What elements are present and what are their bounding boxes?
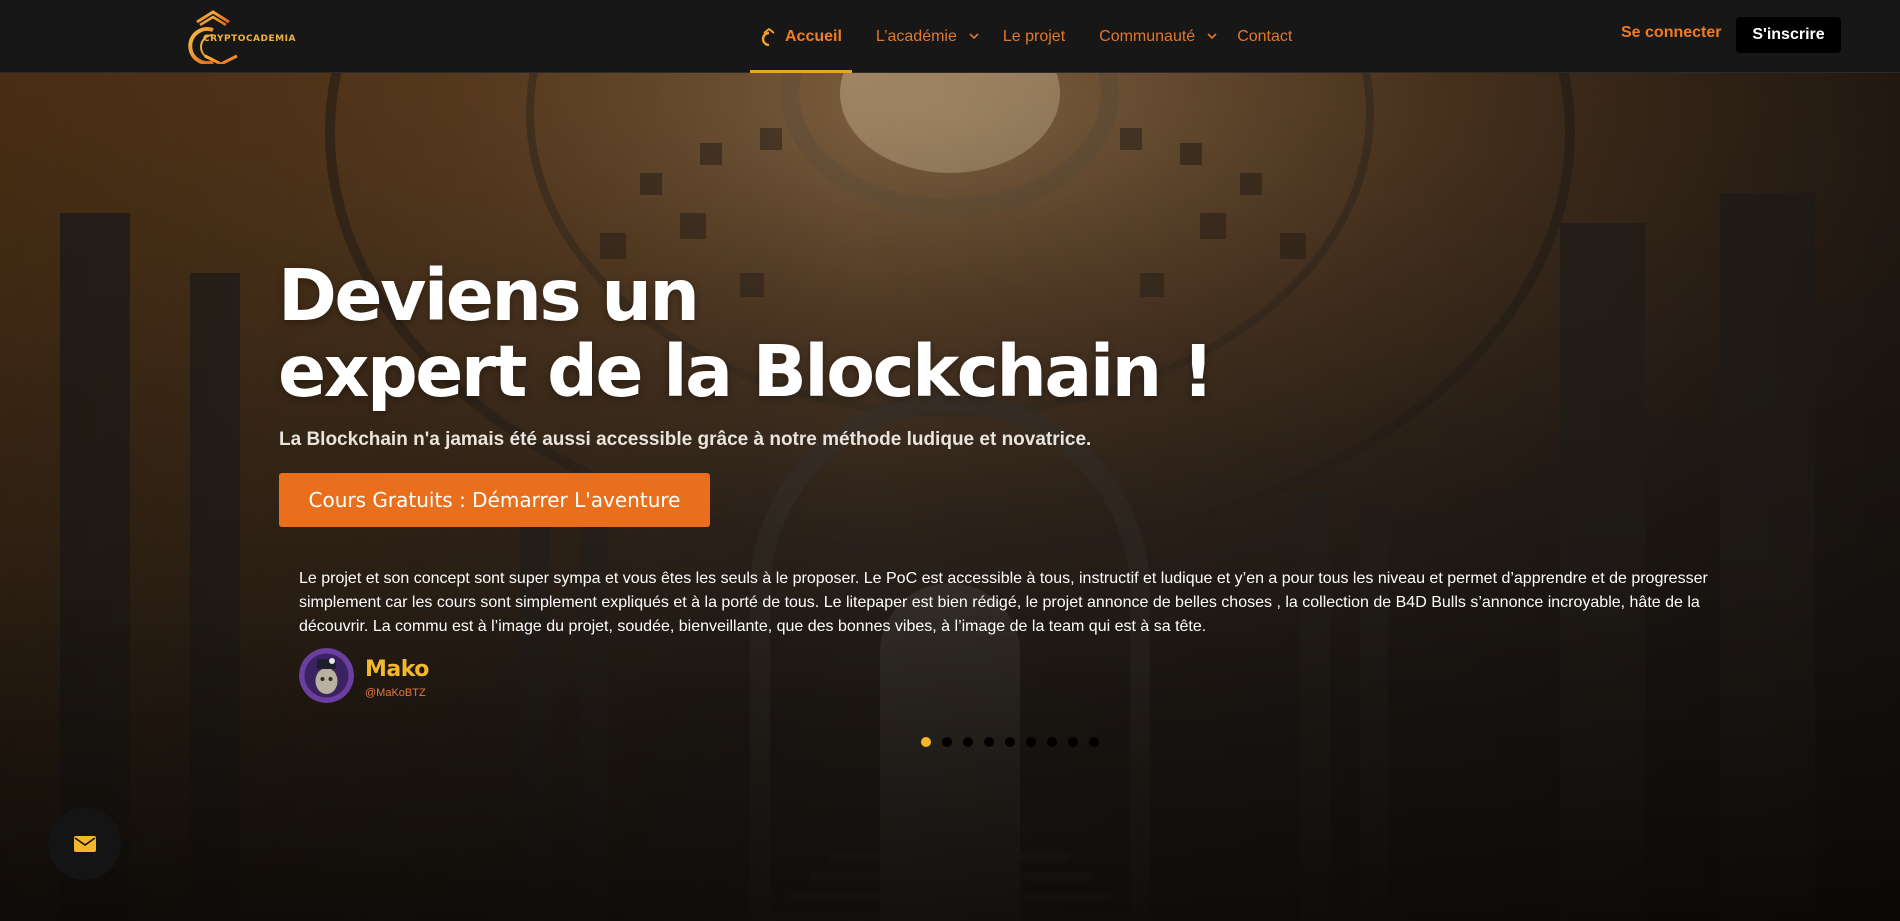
carousel-dot[interactable]: [984, 737, 994, 747]
carousel-dot[interactable]: [921, 737, 931, 747]
hero-title-line2: expert de la Blockchain !: [278, 330, 1214, 413]
nav-label-projet: Le projet: [1002, 27, 1066, 45]
contact-mail-button[interactable]: [48, 807, 121, 880]
avatar: [299, 648, 354, 703]
site-logo[interactable]: CRYPTOCADEMIA: [183, 8, 295, 66]
top-navbar: CRYPTOCADEMIA Accueil L’académie Le proj…: [0, 0, 1900, 73]
carousel-dot[interactable]: [942, 737, 952, 747]
nav-item-accueil[interactable]: Accueil: [750, 0, 852, 73]
testimonial-text: Le projet et son concept sont super symp…: [299, 570, 1708, 635]
avatar-image: [299, 648, 354, 703]
hero-subtitle: La Blockchain n'a jamais été aussi acces…: [279, 429, 1092, 450]
nav-label-communaute: Communauté: [1099, 27, 1196, 45]
hero-section: Deviens un expert de la Blockchain ! La …: [0, 73, 1900, 921]
chevron-down-icon: [1207, 33, 1217, 40]
carousel-dot[interactable]: [1026, 737, 1036, 747]
start-free-courses-button[interactable]: Cours Gratuits : Démarrer L'aventure: [279, 473, 710, 527]
nav-label-accueil: Accueil: [785, 27, 842, 45]
hero-title: Deviens un expert de la Blockchain !: [278, 258, 1214, 413]
login-link[interactable]: Se connecter: [1621, 24, 1721, 42]
chevron-down-icon: [969, 33, 979, 40]
carousel-pagination: [921, 737, 1099, 747]
nav-item-academie[interactable]: L’académie: [876, 0, 979, 73]
carousel-dot[interactable]: [1005, 737, 1015, 747]
logo-mark-icon: [761, 27, 775, 46]
testimonial-handle: @MaKoBTZ: [365, 687, 426, 699]
carousel-dot[interactable]: [1047, 737, 1057, 747]
carousel-dot[interactable]: [1068, 737, 1078, 747]
nav-label-academie: L’académie: [875, 27, 957, 45]
signup-button[interactable]: S'inscrire: [1736, 17, 1841, 53]
main-nav: Accueil L’académie Le projet Communauté …: [750, 0, 1292, 73]
nav-item-contact[interactable]: Contact: [1237, 0, 1292, 73]
logo-text: CRYPTOCADEMIA: [203, 34, 296, 44]
envelope-icon: [73, 835, 96, 852]
hero-title-line1: Deviens un: [278, 254, 700, 337]
nav-label-contact: Contact: [1237, 27, 1293, 45]
carousel-dot[interactable]: [1089, 737, 1099, 747]
testimonial-author: Mako: [365, 657, 429, 682]
nav-item-projet[interactable]: Le projet: [1003, 0, 1065, 73]
nav-item-communaute[interactable]: Communauté: [1099, 0, 1217, 73]
carousel-dot[interactable]: [963, 737, 973, 747]
